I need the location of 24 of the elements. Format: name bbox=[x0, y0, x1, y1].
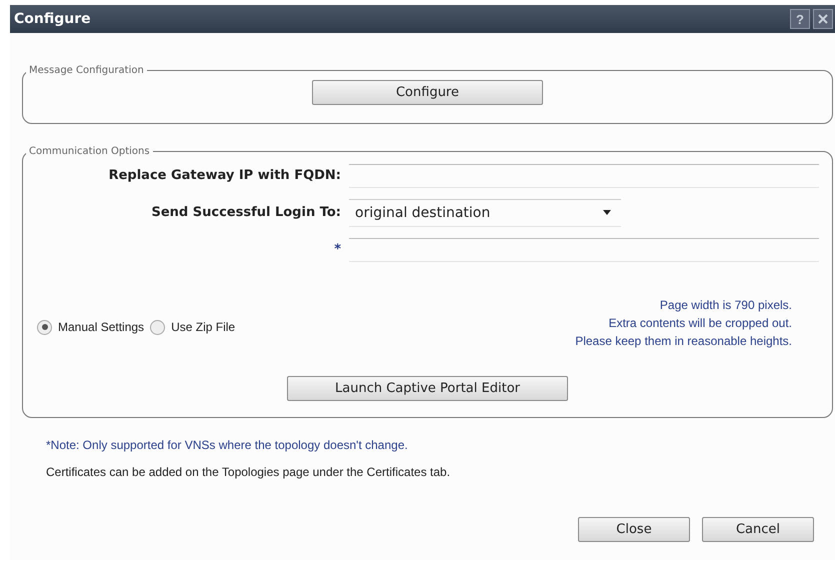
window-title: Configure bbox=[14, 11, 91, 27]
close-icon bbox=[818, 14, 828, 24]
hint-text: Extra contents will be cropped out. bbox=[608, 316, 792, 330]
configure-button[interactable]: Configure bbox=[312, 80, 543, 105]
field-label: Replace Gateway IP with FQDN: bbox=[108, 168, 342, 183]
group-legend: Communication Options bbox=[26, 146, 153, 157]
caret-icon bbox=[603, 210, 611, 215]
group-legend: Message Configuration bbox=[26, 65, 147, 76]
help-button[interactable]: ? bbox=[790, 9, 810, 29]
dialog-button[interactable]: Close bbox=[578, 517, 690, 542]
required-mark: * bbox=[333, 242, 342, 257]
field-label: Send Successful Login To: bbox=[150, 205, 342, 220]
hint-text: Please keep them in reasonable heights. bbox=[575, 334, 792, 348]
info-text: Certificates can be added on the Topologies page under the Certificates tab. bbox=[46, 465, 452, 479]
radio-option[interactable]: Manual Settings bbox=[37, 320, 144, 334]
dropdown[interactable]: original destination bbox=[349, 198, 621, 226]
close-button[interactable] bbox=[813, 9, 833, 29]
radio-option[interactable]: Use Zip File bbox=[150, 320, 236, 334]
launch-editor-button[interactable]: Launch Captive Portal Editor bbox=[287, 376, 568, 401]
note-text: *Note: Only supported for VNSs where the topology doesn't change. bbox=[46, 438, 409, 452]
hint-text: Page width is 790 pixels. bbox=[660, 298, 792, 312]
input-field[interactable] bbox=[349, 238, 819, 262]
dialog-button[interactable]: Cancel bbox=[702, 517, 814, 542]
input-field[interactable] bbox=[349, 164, 819, 188]
